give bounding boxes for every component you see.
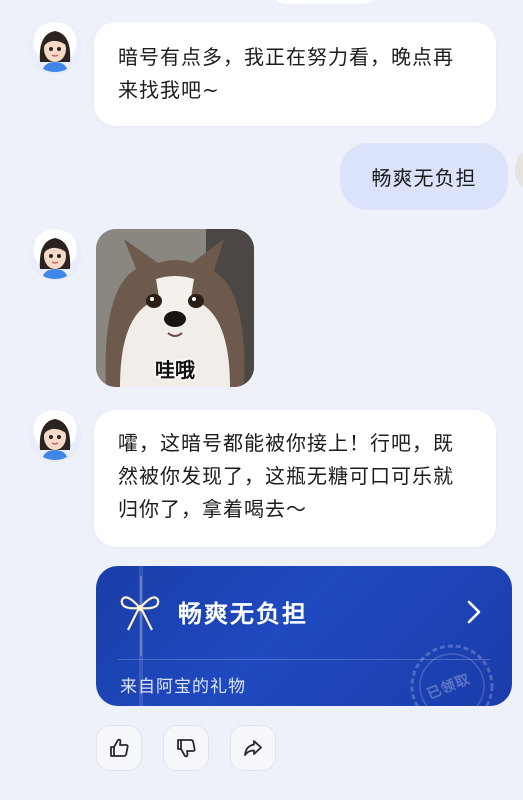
share-icon [244, 740, 262, 756]
thumbs-up-icon [110, 738, 129, 757]
gift-sender: 来自阿宝的礼物 [120, 677, 246, 697]
user-message: 畅爽无负担 [340, 143, 508, 210]
like-button[interactable] [96, 725, 142, 771]
gift-card[interactable]: 畅爽无负担 来自阿宝的礼物 已领取 [96, 566, 512, 706]
assistant-avatar[interactable] [30, 410, 80, 460]
dislike-button[interactable] [163, 725, 209, 771]
share-button[interactable] [230, 725, 276, 771]
sticker-caption: 哇哦 [155, 358, 195, 382]
gift-title: 畅爽无负担 [178, 600, 308, 628]
chevron-right-icon[interactable] [462, 598, 486, 626]
assistant-message: 嚯，这暗号都能被你接上！行吧，既然被你发现了，这瓶无糖可口可乐就归你了，拿着喝去… [94, 410, 496, 547]
gift-bow-icon [120, 596, 160, 631]
husky-sticker[interactable]: 哇哦 [96, 229, 254, 387]
previous-message-edge [270, 0, 380, 4]
thumbs-down-icon [177, 739, 196, 758]
message-text: 嚯，这暗号都能被你接上！行吧，既然被你发现了，这瓶无糖可口可乐就归你了，拿着喝去… [118, 431, 454, 521]
assistant-message: 暗号有点多，我正在努力看，晚点再来找我吧~ [94, 22, 496, 126]
user-avatar[interactable] [515, 150, 523, 190]
message-text: 暗号有点多，我正在努力看，晚点再来找我吧~ [118, 45, 454, 102]
message-text: 畅爽无负担 [371, 166, 477, 190]
assistant-avatar[interactable] [30, 229, 80, 279]
assistant-avatar[interactable] [30, 22, 80, 72]
